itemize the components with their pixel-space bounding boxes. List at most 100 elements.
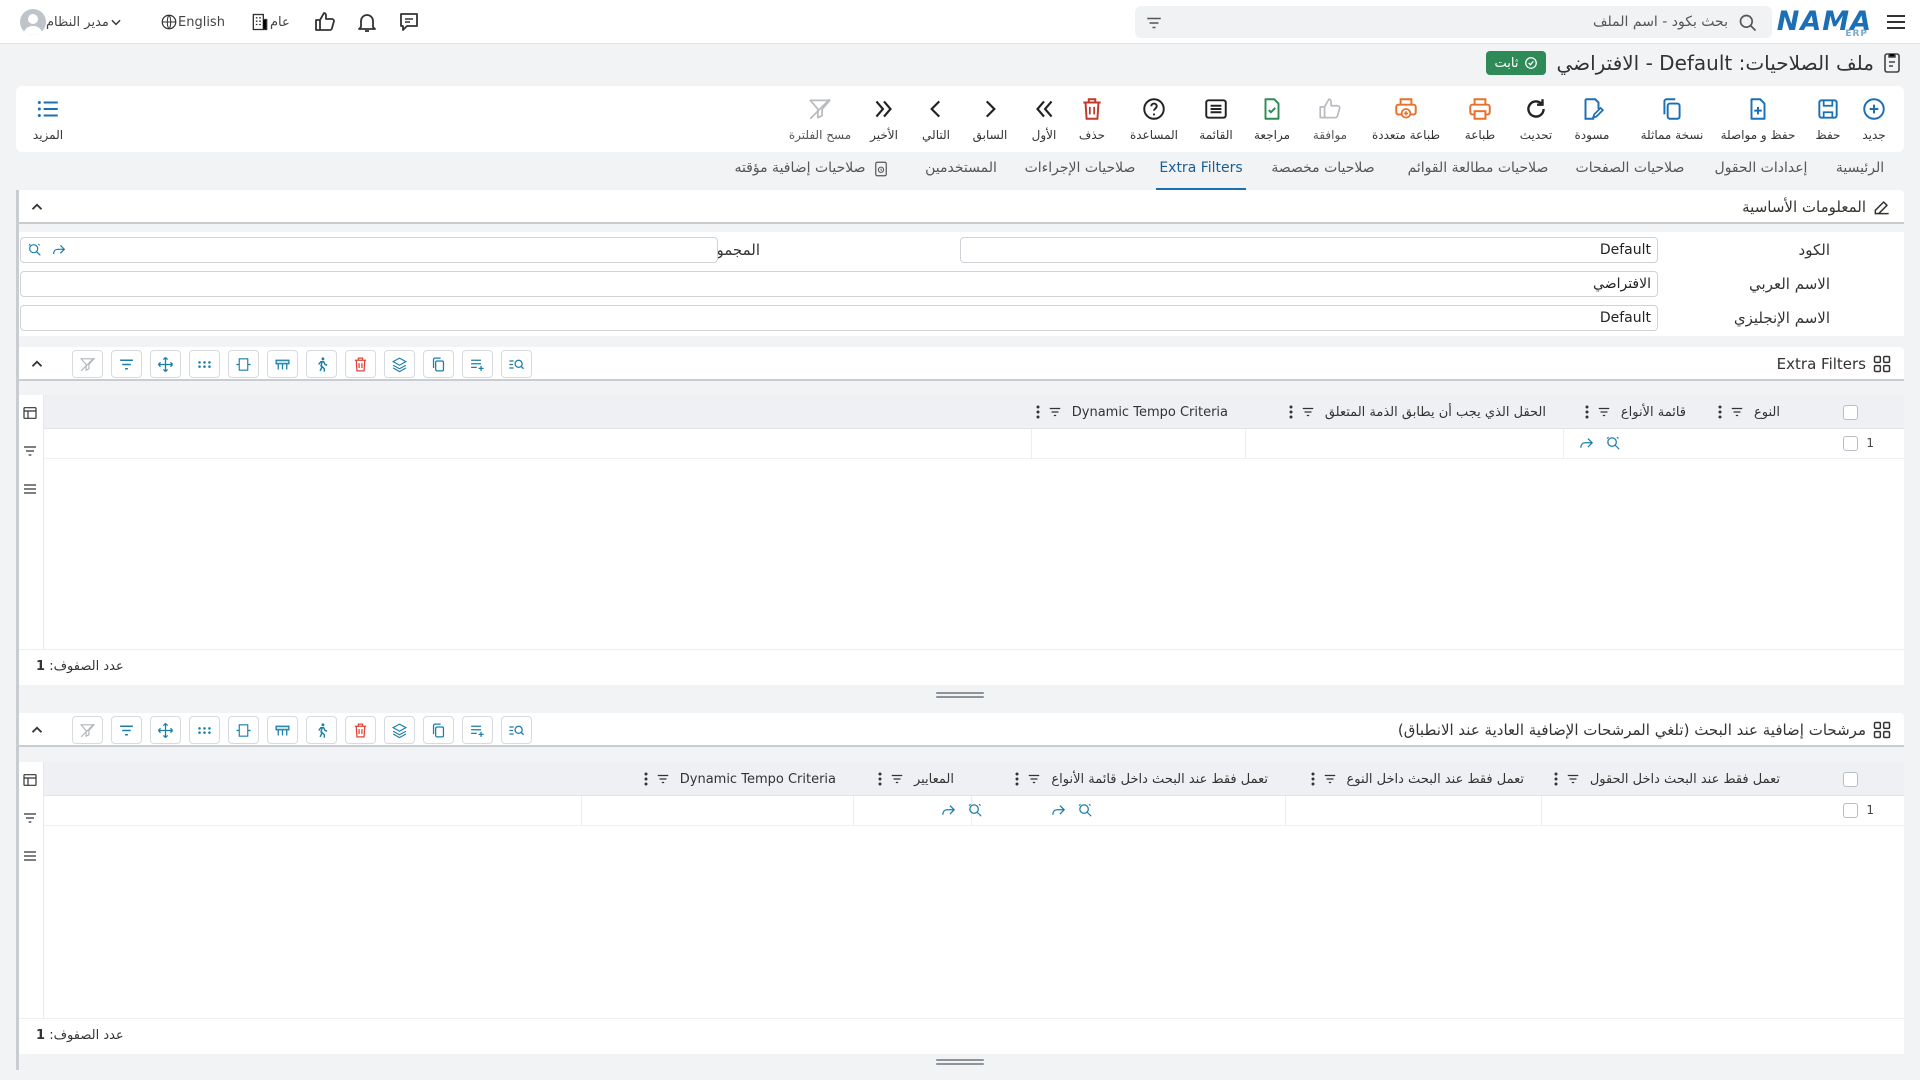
column-filter-icon[interactable]: [1027, 772, 1041, 786]
copy-rows-button[interactable]: [423, 350, 454, 378]
add-row-button[interactable]: [462, 350, 493, 378]
search-icon[interactable]: [1738, 13, 1758, 33]
column-menu-icon[interactable]: [1015, 772, 1019, 786]
tab-custom-permissions[interactable]: صلاحيات مخصصة: [1262, 160, 1384, 190]
column-header-types-list[interactable]: قائمة الأنواع: [1585, 395, 1686, 429]
column-header-dynamic-tempo[interactable]: Dynamic Tempo Criteria: [644, 762, 836, 796]
add-row-button[interactable]: [462, 716, 493, 744]
column-menu-icon[interactable]: [1036, 405, 1040, 419]
search-input[interactable]: [1188, 6, 1728, 38]
column-menu-icon[interactable]: [1311, 772, 1315, 786]
columns-icon[interactable]: [22, 405, 38, 421]
multi-print-button[interactable]: طباعة متعددة: [1366, 86, 1446, 152]
language-switch[interactable]: English: [156, 0, 225, 44]
group-field[interactable]: [20, 237, 718, 263]
branch-selector[interactable]: عام: [246, 0, 290, 44]
filter-icon[interactable]: [1145, 14, 1163, 32]
menu-icon[interactable]: [1884, 10, 1908, 34]
menu-lines-icon[interactable]: [22, 481, 38, 497]
tab-extra-filters[interactable]: Extra Filters: [1156, 160, 1246, 190]
english-name-field[interactable]: [20, 305, 1658, 331]
column-filter-icon[interactable]: [1566, 772, 1580, 786]
search-rows-button[interactable]: [501, 350, 532, 378]
grid-resize-handle[interactable]: [936, 692, 984, 700]
tab-temporary-permissions[interactable]: صلاحيات إضافية مؤقته: [724, 160, 900, 190]
move-button[interactable]: [150, 350, 181, 378]
nama-logo[interactable]: NAMA ERP: [1777, 5, 1872, 39]
duplicate-button[interactable]: نسخة مماثلة: [1632, 86, 1712, 152]
filter-button[interactable]: [111, 716, 142, 744]
bell-icon[interactable]: [355, 10, 379, 34]
row-checkbox[interactable]: [1843, 436, 1858, 451]
column-menu-icon[interactable]: [1289, 405, 1293, 419]
column-header-type[interactable]: النوع: [1718, 395, 1780, 429]
clear-filter-button[interactable]: [72, 716, 103, 744]
search-refresh-icon[interactable]: [967, 802, 984, 819]
delete-rows-button[interactable]: [345, 350, 376, 378]
column-header-dynamic-tempo[interactable]: Dynamic Tempo Criteria: [1036, 395, 1228, 429]
layers-button[interactable]: [384, 716, 415, 744]
select-all-checkbox[interactable]: [1843, 405, 1858, 420]
column-filter-icon[interactable]: [1730, 405, 1744, 419]
delete-rows-button[interactable]: [345, 716, 376, 744]
column-menu-icon[interactable]: [1585, 405, 1589, 419]
tab-users[interactable]: المستخدمين: [916, 160, 1006, 190]
tab-list-review-permissions[interactable]: صلاحيات مطالعة القوائم: [1396, 160, 1560, 190]
column-header-in-types-list[interactable]: تعمل فقط عند البحث داخل قائمة الأنواع: [1015, 762, 1268, 796]
share-arrow-icon[interactable]: [1050, 802, 1067, 819]
column-menu-icon[interactable]: [1554, 772, 1558, 786]
column-menu-icon[interactable]: [1718, 405, 1722, 419]
tab-home[interactable]: الرئيسية: [1830, 160, 1890, 190]
column-menu-icon[interactable]: [878, 772, 882, 786]
column-header-in-fields[interactable]: تعمل فقط عند البحث داخل الحقول: [1554, 762, 1780, 796]
user-menu[interactable]: مدير النظام: [12, 0, 132, 44]
tab-action-permissions[interactable]: صلاحيات الإجراءات: [1020, 160, 1140, 190]
select-all-checkbox[interactable]: [1843, 772, 1858, 787]
table-view-button[interactable]: [267, 716, 298, 744]
grid-resize-handle[interactable]: [936, 1059, 984, 1067]
column-header-field-match[interactable]: الحقل الذي يجب أن يطابق الذمة المتعلق: [1289, 395, 1546, 429]
tab-field-settings[interactable]: إعدادات الحقول: [1708, 160, 1814, 190]
collapse-search-filters-icon[interactable]: [28, 721, 46, 739]
more-button[interactable]: المزيد: [8, 86, 88, 152]
row-checkbox[interactable]: [1843, 803, 1858, 818]
run-button[interactable]: [306, 350, 337, 378]
search-refresh-icon[interactable]: [1077, 802, 1094, 819]
share-arrow-icon[interactable]: [1578, 435, 1595, 452]
share-arrow-icon[interactable]: [940, 802, 957, 819]
collapse-extra-filters-icon[interactable]: [28, 355, 46, 373]
column-header-in-type[interactable]: تعمل فقط عند البحث داخل النوع: [1311, 762, 1524, 796]
column-filter-icon[interactable]: [890, 772, 904, 786]
arabic-name-field[interactable]: [20, 271, 1658, 297]
layers-button[interactable]: [384, 350, 415, 378]
menu-lines-icon[interactable]: [22, 848, 38, 864]
move-button[interactable]: [150, 716, 181, 744]
clear-filter-button[interactable]: مسح الفلترة: [780, 86, 860, 152]
search-rows-button[interactable]: [501, 716, 532, 744]
table-row[interactable]: 1: [44, 796, 1904, 826]
tab-page-permissions[interactable]: صلاحيات الصفحات: [1568, 160, 1692, 190]
filter-button[interactable]: [111, 350, 142, 378]
table-view-button[interactable]: [267, 350, 298, 378]
column-filter-icon[interactable]: [656, 772, 670, 786]
column-header-criteria[interactable]: المعايير: [878, 762, 954, 796]
column-filter-icon[interactable]: [1597, 405, 1611, 419]
copy-rows-button[interactable]: [423, 716, 454, 744]
column-filter-icon[interactable]: [1301, 405, 1315, 419]
save-button[interactable]: حفظ: [1788, 86, 1868, 152]
fit-columns-button[interactable]: [228, 350, 259, 378]
filter-lines-icon[interactable]: [22, 443, 38, 459]
search-refresh-icon[interactable]: [1605, 435, 1622, 452]
share-arrow-icon[interactable]: [51, 242, 67, 258]
clear-filter-button[interactable]: [72, 350, 103, 378]
grid-dots-button[interactable]: [189, 716, 220, 744]
run-button[interactable]: [306, 716, 337, 744]
code-field[interactable]: [960, 237, 1658, 263]
print-button[interactable]: طباعة: [1440, 86, 1520, 152]
column-filter-icon[interactable]: [1048, 405, 1062, 419]
search-refresh-icon[interactable]: [27, 242, 43, 258]
grid-dots-button[interactable]: [189, 350, 220, 378]
thumbs-up-icon[interactable]: [313, 10, 337, 34]
save-continue-button[interactable]: حفظ و مواصلة: [1718, 86, 1798, 152]
chat-icon[interactable]: [397, 10, 421, 34]
